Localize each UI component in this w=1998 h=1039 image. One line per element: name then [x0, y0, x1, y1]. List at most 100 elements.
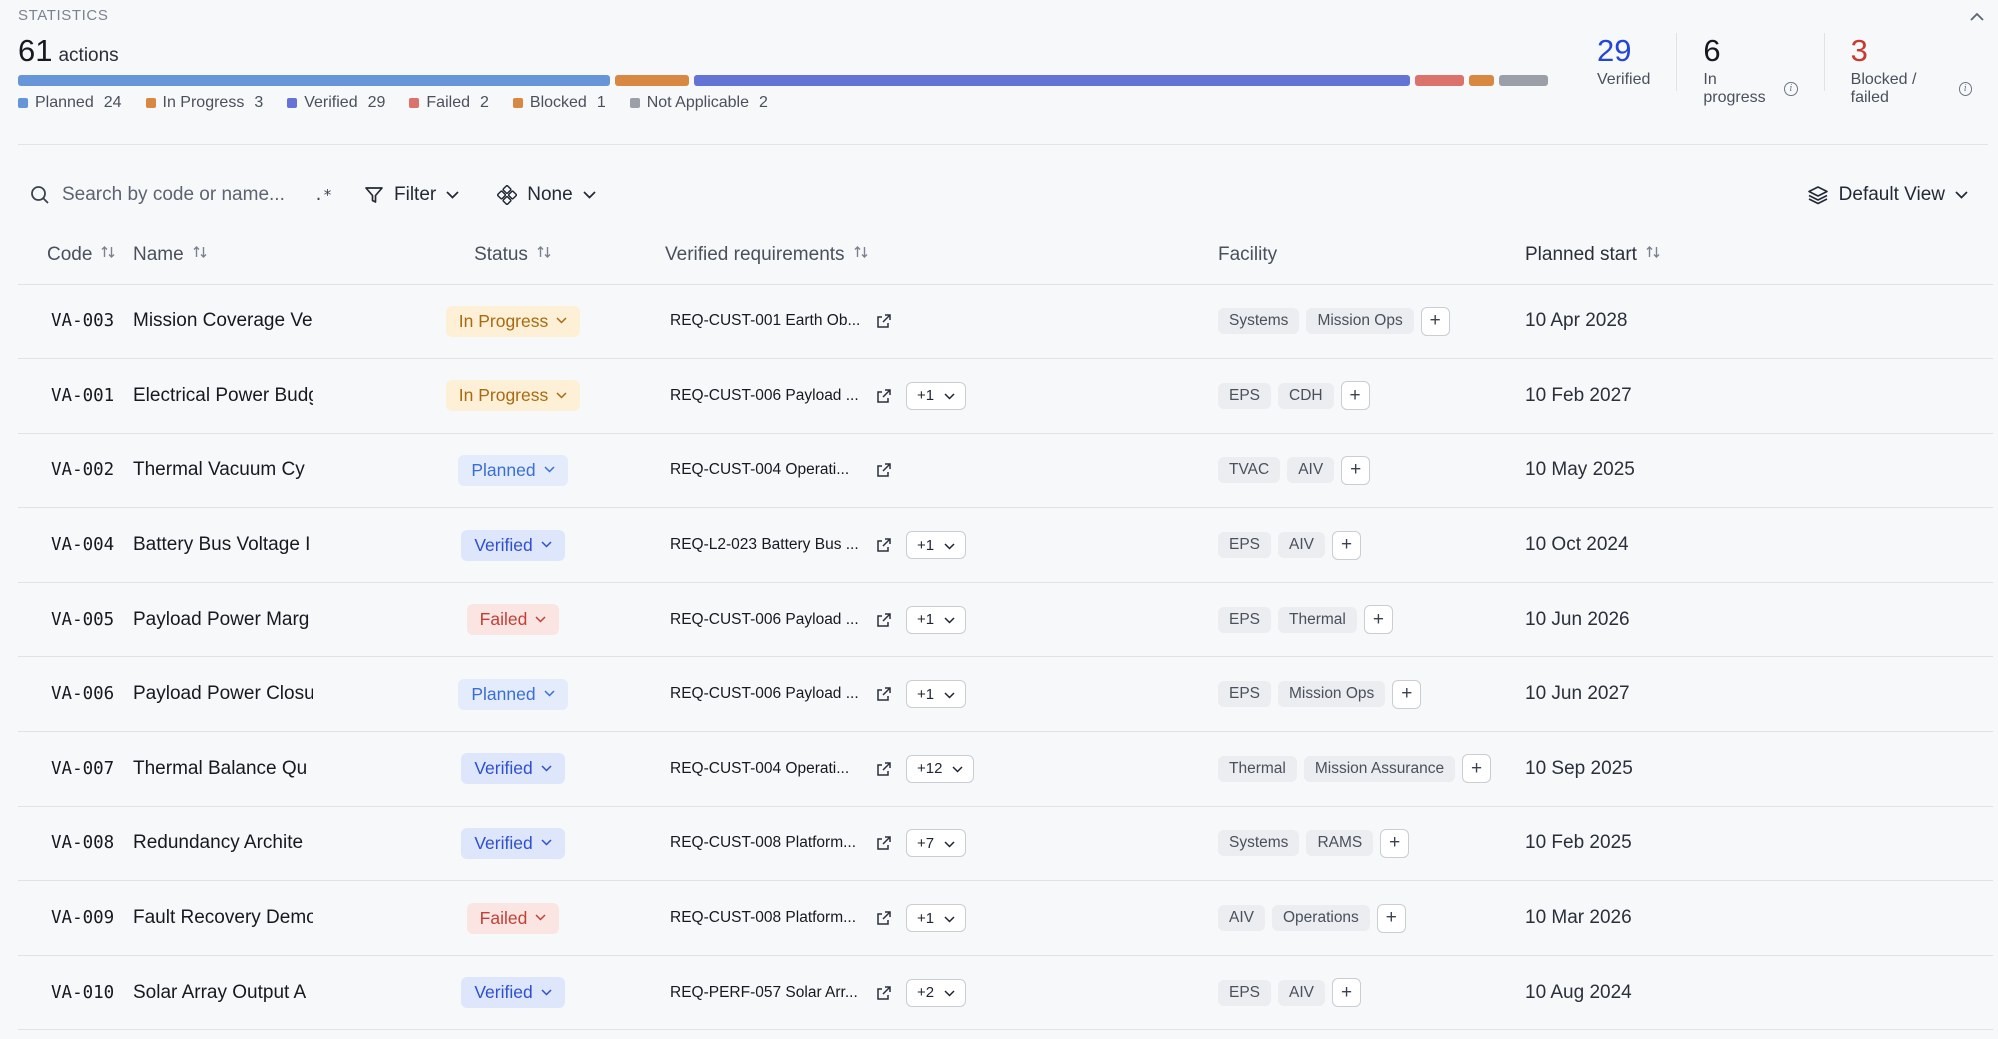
- external-link-icon[interactable]: [876, 835, 892, 851]
- add-facility-button[interactable]: +: [1340, 381, 1370, 411]
- status-label: Failed: [479, 609, 528, 630]
- status-dropdown[interactable]: Verified: [461, 827, 565, 859]
- column-header-status[interactable]: Status: [361, 226, 665, 285]
- verification-actions-table: Code Name Status Verified requirements F…: [18, 226, 1993, 1031]
- cell-status: Failed: [361, 880, 665, 956]
- status-dropdown[interactable]: Planned: [458, 678, 568, 710]
- table-row[interactable]: VA-004 Battery Bus Voltage I Verified REQ-L…: [18, 507, 1993, 583]
- status-dropdown[interactable]: Failed: [466, 902, 560, 934]
- cell-status: Planned: [361, 433, 665, 509]
- cell-requirements: REQ-CUST-006 Payload ... +1: [665, 358, 1218, 434]
- action-name: Redundancy Archite: [133, 832, 304, 854]
- regex-toggle[interactable]: .*: [314, 186, 332, 204]
- external-link-icon[interactable]: [876, 985, 892, 1001]
- add-facility-button[interactable]: +: [1332, 530, 1361, 560]
- cell-planned-start: 10 Jun 2027: [1525, 656, 1993, 733]
- table-row[interactable]: VA-001 Electrical Power Budg In Progress RE…: [18, 358, 1993, 434]
- legend-value: 29: [367, 94, 386, 111]
- add-facility-button[interactable]: +: [1392, 679, 1422, 709]
- more-requirements-button[interactable]: +12: [906, 754, 975, 783]
- info-icon[interactable]: i: [1784, 82, 1798, 96]
- legend-item-verified: Verified 29: [287, 94, 385, 112]
- external-link-icon[interactable]: [876, 313, 892, 329]
- requirement-link[interactable]: REQ-CUST-001 Earth Ob...: [670, 312, 862, 330]
- add-facility-button[interactable]: +: [1380, 828, 1410, 858]
- table-row[interactable]: VA-003 Mission Coverage Ve In Progress REQ-…: [18, 284, 1993, 360]
- external-link-icon[interactable]: [876, 462, 892, 478]
- action-name: Solar Array Output A: [133, 981, 307, 1003]
- add-facility-button[interactable]: +: [1363, 605, 1393, 635]
- add-facility-button[interactable]: +: [1420, 306, 1450, 336]
- kpi-summary: 29 Verified 6 In progress i 3 Blocked / failed…: [1597, 33, 1998, 106]
- cell-requirements: REQ-CUST-008 Platform... +7: [665, 806, 1218, 882]
- table-row[interactable]: VA-007 Thermal Balance Qu Verified REQ-CUST…: [18, 731, 1993, 807]
- more-requirements-count: +2: [917, 984, 935, 1002]
- search-input[interactable]: [62, 184, 292, 206]
- external-link-icon[interactable]: [876, 910, 892, 926]
- status-dropdown[interactable]: Failed: [466, 604, 560, 636]
- table-header-row: Code Name Status Verified requirements F…: [18, 226, 1993, 285]
- external-link-icon[interactable]: [876, 686, 892, 702]
- table-row[interactable]: VA-005 Payload Power Marg Failed REQ-CUST-0…: [18, 582, 1993, 658]
- external-link-icon[interactable]: [876, 388, 892, 404]
- requirement-link[interactable]: REQ-CUST-004 Operati...: [670, 461, 862, 479]
- requirement-link[interactable]: REQ-CUST-006 Payload ...: [670, 387, 862, 405]
- column-header-planned-start[interactable]: Planned start: [1525, 226, 1993, 285]
- status-dropdown[interactable]: Verified: [461, 977, 565, 1009]
- cell-status: Verified: [361, 507, 665, 583]
- cell-code: VA-008: [18, 806, 133, 882]
- external-link-icon[interactable]: [876, 761, 892, 777]
- search-box: .*: [30, 184, 334, 206]
- requirement-link[interactable]: REQ-L2-023 Battery Bus ...: [670, 536, 862, 554]
- table-row[interactable]: VA-010 Solar Array Output A Verified REQ-PE…: [18, 955, 1993, 1031]
- status-dropdown[interactable]: In Progress: [445, 380, 581, 412]
- more-requirements-button[interactable]: +1: [906, 680, 967, 709]
- requirement-link[interactable]: REQ-CUST-006 Payload ...: [670, 685, 862, 703]
- more-requirements-button[interactable]: +1: [906, 381, 967, 410]
- facility-tag: Mission Ops: [1278, 681, 1386, 708]
- column-header-requirements[interactable]: Verified requirements: [665, 226, 1218, 285]
- add-facility-button[interactable]: +: [1341, 455, 1371, 485]
- external-link-icon[interactable]: [876, 537, 892, 553]
- collapse-statistics-button[interactable]: [1966, 6, 1988, 26]
- legend-value: 1: [596, 94, 606, 111]
- view-selector-button[interactable]: Default View: [1807, 184, 1968, 206]
- legend-swatch: [145, 98, 156, 108]
- more-requirements-button[interactable]: +7: [906, 829, 967, 858]
- table-row[interactable]: VA-002 Thermal Vacuum Cy Planned REQ-CUST-0…: [18, 433, 1993, 509]
- table-row[interactable]: VA-008 Redundancy Archite Verified REQ-CUST…: [18, 806, 1993, 882]
- column-header-name[interactable]: Name: [133, 226, 361, 285]
- info-icon[interactable]: i: [1958, 82, 1972, 96]
- more-requirements-button[interactable]: +2: [906, 978, 967, 1007]
- requirement-link[interactable]: REQ-PERF-057 Solar Arr...: [670, 984, 862, 1002]
- add-facility-button[interactable]: +: [1332, 978, 1361, 1008]
- status-dropdown[interactable]: Planned: [458, 454, 568, 486]
- requirement-link[interactable]: REQ-CUST-008 Platform...: [670, 834, 862, 852]
- more-requirements-button[interactable]: +1: [906, 904, 967, 933]
- filter-button[interactable]: Filter: [364, 184, 459, 206]
- kpi-verified: 29 Verified: [1597, 33, 1676, 91]
- more-requirements-button[interactable]: +1: [906, 531, 967, 560]
- cell-facility: EPS Thermal +: [1218, 582, 1525, 658]
- table-row[interactable]: VA-009 Fault Recovery Demo Failed REQ-CUST-…: [18, 880, 1993, 956]
- more-requirements-count: +12: [917, 760, 943, 778]
- more-requirements-button[interactable]: +1: [906, 605, 967, 634]
- group-by-button[interactable]: None: [497, 184, 596, 206]
- filter-label: Filter: [394, 184, 437, 205]
- bar-segment-planned: [18, 75, 611, 86]
- table-row[interactable]: VA-006 Payload Power Closu Planned REQ-CUST…: [18, 656, 1993, 733]
- legend-label: Planned: [35, 94, 94, 111]
- requirement-link[interactable]: REQ-CUST-006 Payload ...: [670, 611, 862, 629]
- requirement-link[interactable]: REQ-CUST-004 Operati...: [670, 760, 862, 778]
- status-label: In Progress: [458, 385, 549, 406]
- add-facility-button[interactable]: +: [1376, 903, 1406, 933]
- group-by-label: None: [527, 184, 573, 205]
- status-dropdown[interactable]: Verified: [461, 529, 565, 561]
- external-link-icon[interactable]: [876, 612, 892, 628]
- status-dropdown[interactable]: In Progress: [445, 305, 581, 337]
- column-header-code[interactable]: Code: [18, 226, 133, 285]
- add-facility-button[interactable]: +: [1462, 754, 1492, 784]
- bar-segment-failed: [1414, 75, 1464, 86]
- status-dropdown[interactable]: Verified: [461, 753, 565, 785]
- requirement-link[interactable]: REQ-CUST-008 Platform...: [670, 909, 862, 927]
